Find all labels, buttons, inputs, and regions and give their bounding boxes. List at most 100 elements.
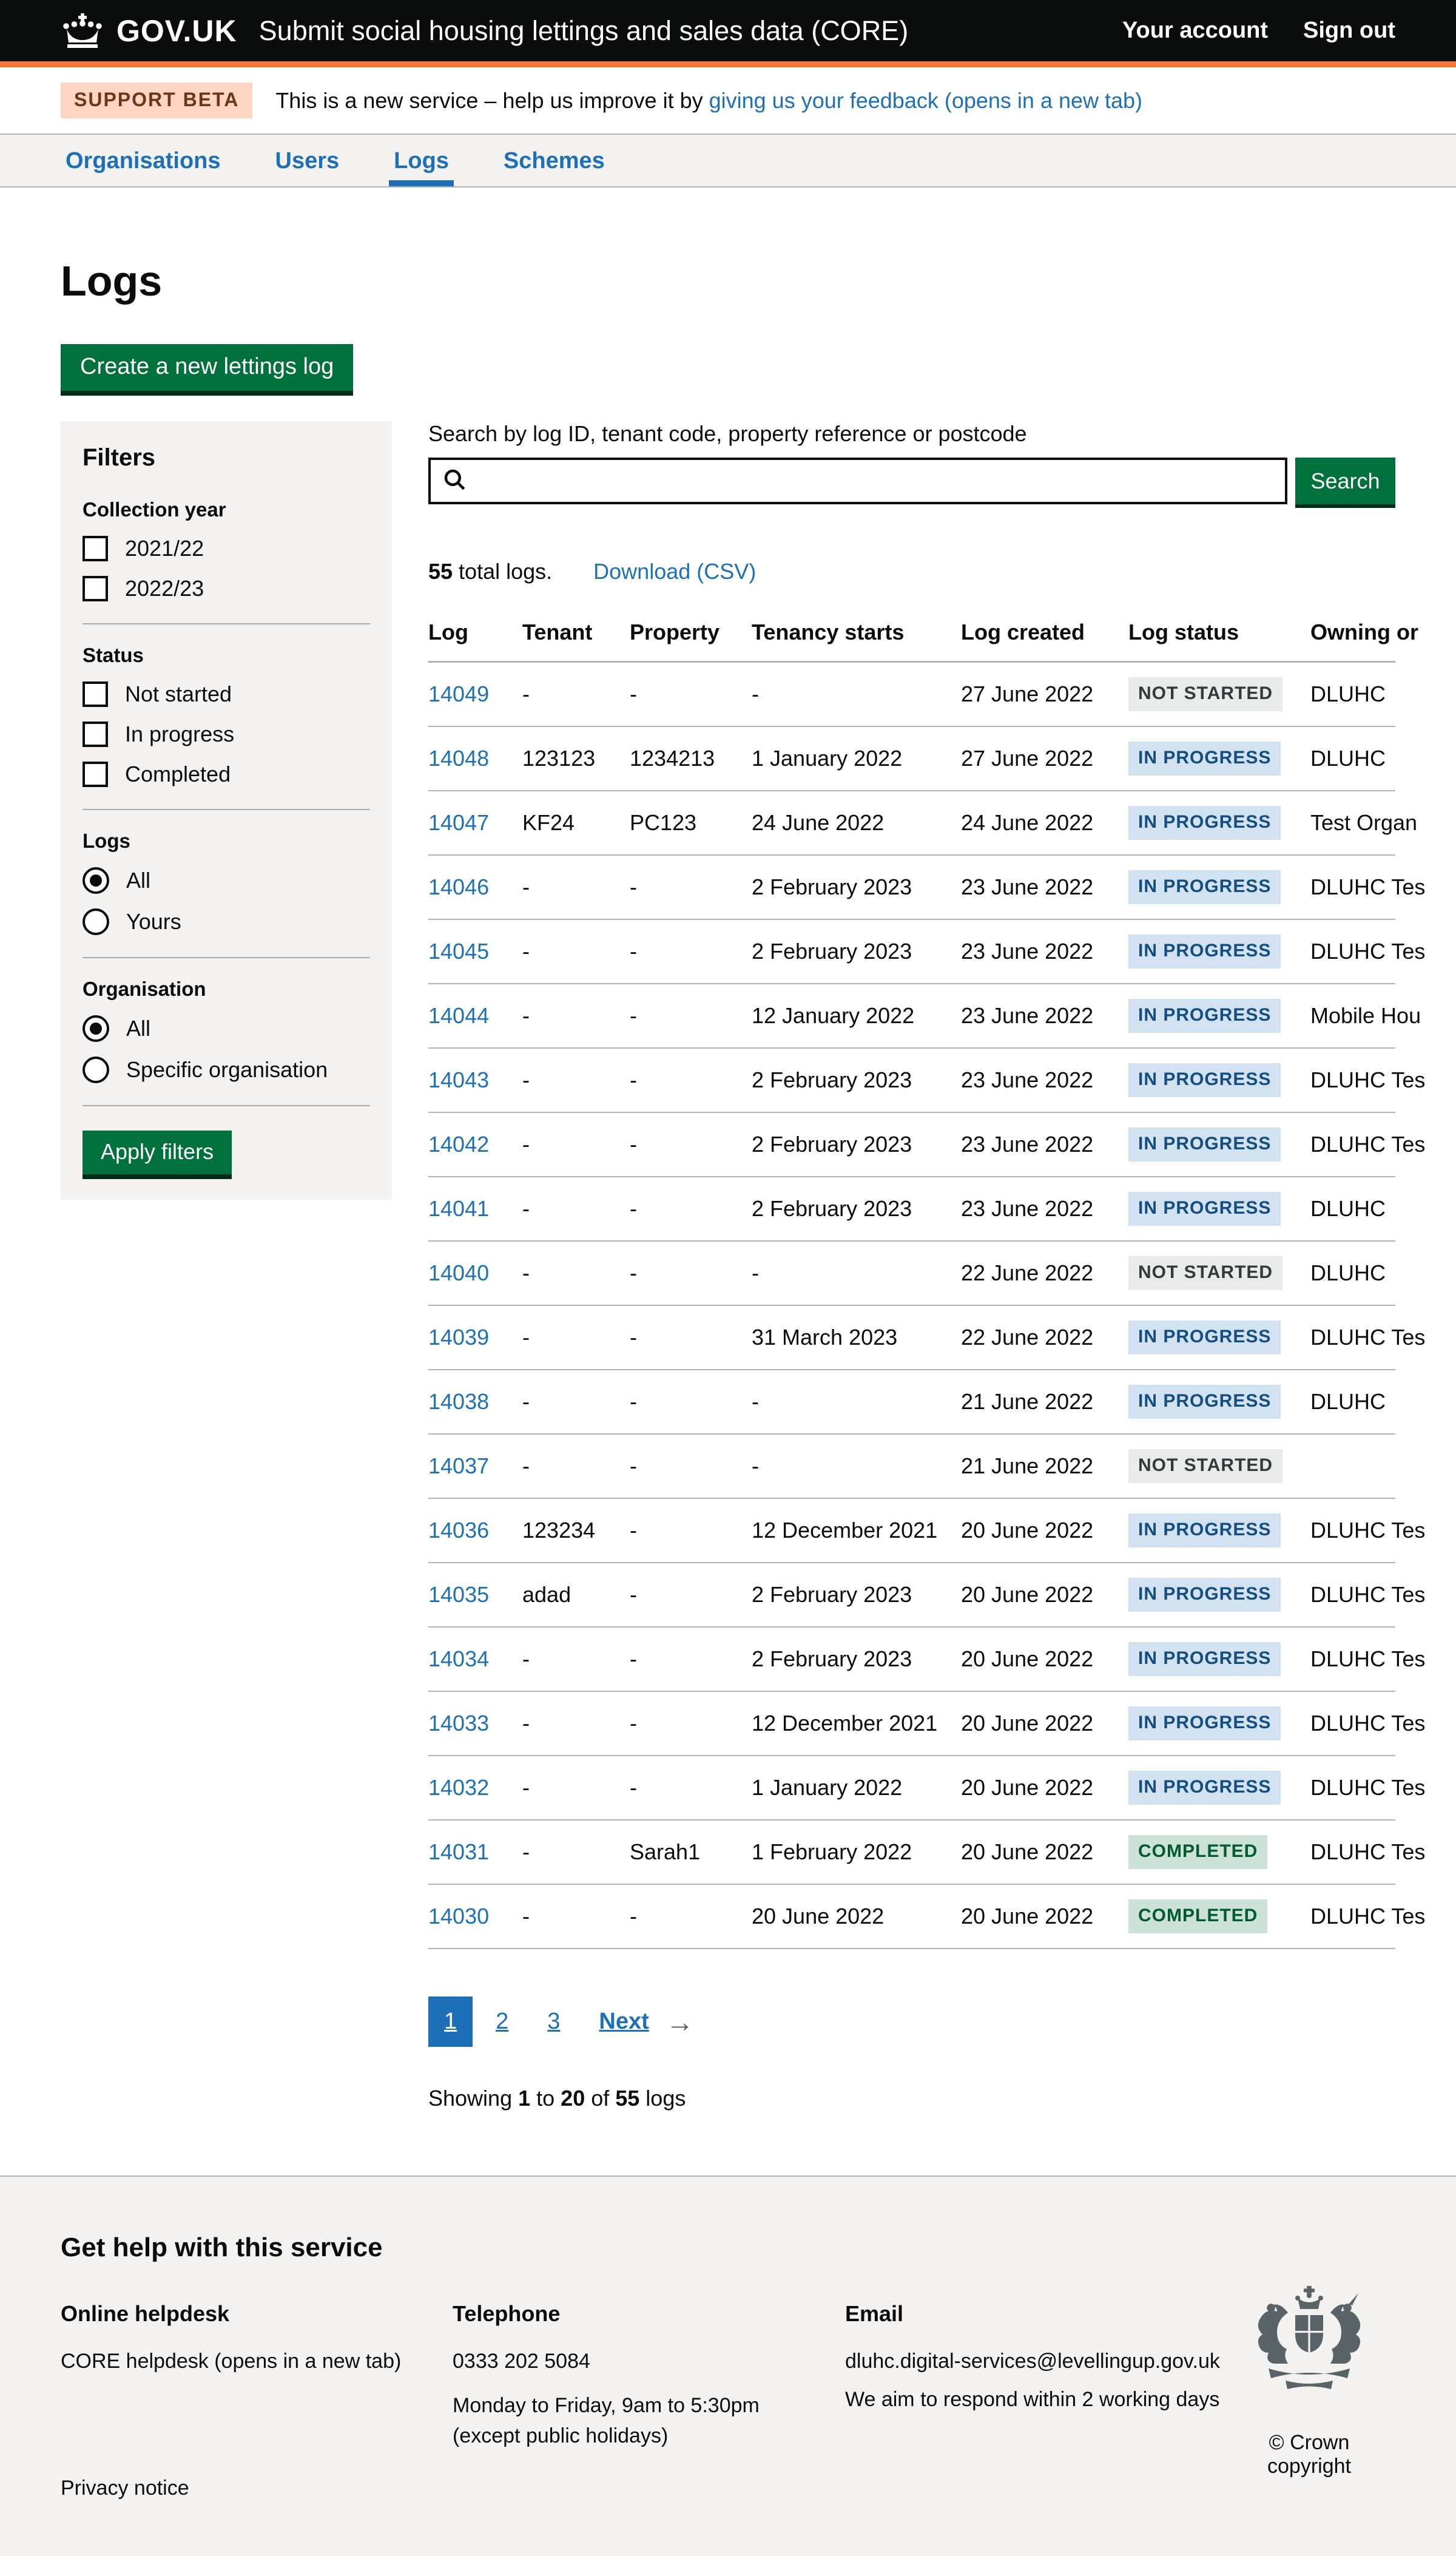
download-csv-link[interactable]: Download (CSV) (593, 559, 756, 584)
pagination-next-arrow-icon[interactable]: → (666, 2006, 694, 2038)
checkbox-box[interactable] (83, 681, 108, 707)
tenant-cell: 123234 (522, 1498, 630, 1563)
search-input[interactable] (476, 468, 1274, 495)
log-id-link[interactable]: 14036 (428, 1518, 489, 1543)
owning-organisation-cell: DLUHC Tes (1310, 1756, 1395, 1820)
radio-button[interactable] (83, 1057, 109, 1083)
govuk-logo-text[interactable]: GOV.UK (116, 13, 237, 49)
radio-button[interactable] (83, 1015, 109, 1042)
checkbox-box[interactable] (83, 722, 108, 747)
beta-tag: SUPPORT BETA (61, 83, 252, 118)
filters-heading: Filters (83, 444, 370, 472)
checkbox-box[interactable] (83, 576, 108, 601)
crown-copyright-link[interactable]: © Crown copyright (1230, 2431, 1388, 2478)
tenancy-starts-cell: 1 February 2022 (752, 1820, 961, 1884)
tenancy-starts-cell: - (752, 1434, 961, 1498)
privacy-notice-link[interactable]: Privacy notice (61, 2477, 189, 2500)
log-created-cell: 23 June 2022 (961, 1177, 1128, 1241)
property-cell: - (630, 662, 752, 727)
checkbox-box[interactable] (83, 536, 108, 561)
log-id-link[interactable]: 14046 (428, 874, 489, 899)
log-id-link[interactable]: 14032 (428, 1775, 489, 1800)
table-row: 14038 - - - 21 June 2022 IN PROGRESS DLU… (428, 1370, 1395, 1434)
log-id-link[interactable]: 14043 (428, 1067, 489, 1092)
search-label: Search by log ID, tenant code, property … (428, 421, 1395, 447)
log-id-link[interactable]: 14044 (428, 1003, 489, 1028)
nav-item-schemes[interactable]: Schemes (499, 135, 610, 186)
property-cell: - (630, 855, 752, 919)
log-id-link[interactable]: 14045 (428, 939, 489, 964)
log-id-link[interactable]: 14038 (428, 1389, 489, 1414)
pagination-next-link[interactable]: Next (599, 2009, 649, 2035)
create-lettings-log-button[interactable]: Create a new lettings log (61, 344, 353, 391)
nav-item-logs[interactable]: Logs (389, 135, 454, 186)
log-created-cell: 20 June 2022 (961, 1498, 1128, 1563)
log-id-link[interactable]: 14048 (428, 746, 489, 771)
log-id-link[interactable]: 14047 (428, 810, 489, 835)
radio-button[interactable] (83, 908, 109, 935)
nav-item-organisations[interactable]: Organisations (61, 135, 226, 186)
log-id-link[interactable]: 14035 (428, 1582, 489, 1607)
status-heading: Status (83, 644, 370, 667)
tenancy-starts-cell: 1 January 2022 (752, 726, 961, 791)
log-id-link[interactable]: 14042 (428, 1132, 489, 1157)
table-row: 14047 KF24 PC123 24 June 2022 24 June 20… (428, 791, 1395, 855)
radio-organisation-all[interactable]: All (83, 1015, 370, 1042)
checkbox-box[interactable] (83, 762, 108, 787)
radio-organisation-specific[interactable]: Specific organisation (83, 1057, 370, 1083)
log-id-link[interactable]: 14041 (428, 1196, 489, 1221)
property-cell: - (630, 1241, 752, 1305)
tenancy-starts-cell: 20 June 2022 (752, 1884, 961, 1949)
pagination-page-3[interactable]: 3 (531, 1996, 576, 2047)
log-id-link[interactable]: 14034 (428, 1646, 489, 1671)
your-account-link[interactable]: Your account (1122, 18, 1268, 44)
log-created-cell: 22 June 2022 (961, 1305, 1128, 1370)
property-cell: - (630, 1370, 752, 1434)
log-id-link[interactable]: 14030 (428, 1904, 489, 1929)
footer-heading: Get help with this service (61, 2233, 1395, 2263)
log-id-link[interactable]: 14031 (428, 1839, 489, 1864)
footer-telephone: Telephone 0333 202 5084 Monday to Friday… (453, 2298, 845, 2460)
pagination-page-2[interactable]: 2 (480, 1996, 524, 2047)
pagination-page-1[interactable]: 1 (428, 1996, 473, 2047)
status-badge: COMPLETED (1128, 1835, 1267, 1869)
tenant-cell: - (522, 855, 630, 919)
table-row: 14045 - - 2 February 2023 23 June 2022 I… (428, 919, 1395, 984)
log-id-link[interactable]: 14049 (428, 681, 489, 706)
property-cell: - (630, 1305, 752, 1370)
checkbox-in-progress[interactable]: In progress (83, 722, 370, 747)
log-id-link[interactable]: 14037 (428, 1453, 489, 1478)
sign-out-link[interactable]: Sign out (1303, 18, 1395, 44)
property-cell: - (630, 919, 752, 984)
radio-label: Yours (126, 909, 181, 935)
log-created-cell: 22 June 2022 (961, 1241, 1128, 1305)
property-cell: - (630, 1627, 752, 1691)
radio-button[interactable] (83, 867, 109, 894)
log-id-link[interactable]: 14040 (428, 1260, 489, 1285)
column-header-log-created: Log created (961, 620, 1128, 662)
tenant-cell: - (522, 919, 630, 984)
apply-filters-button[interactable]: Apply filters (83, 1131, 232, 1174)
log-id-link[interactable]: 14033 (428, 1711, 489, 1736)
owning-organisation-cell: DLUHC Tes (1310, 1627, 1395, 1691)
nav-item-users[interactable]: Users (271, 135, 345, 186)
status-badge: IN PROGRESS (1128, 999, 1281, 1033)
feedback-link[interactable]: giving us your feedback (opens in a new … (709, 88, 1142, 113)
tenancy-starts-cell: 12 December 2021 (752, 1691, 961, 1756)
radio-logs-yours[interactable]: Yours (83, 908, 370, 935)
checkbox-completed[interactable]: Completed (83, 762, 370, 787)
search-button[interactable]: Search (1295, 458, 1395, 504)
telephone-hours: Monday to Friday, 9am to 5:30pm (except … (453, 2391, 845, 2451)
radio-logs-all[interactable]: All (83, 867, 370, 894)
log-id-link[interactable]: 14039 (428, 1325, 489, 1350)
filters-divider (83, 623, 370, 624)
core-helpdesk-link[interactable]: CORE helpdesk (opens in a new tab) (61, 2350, 401, 2373)
service-name[interactable]: Submit social housing lettings and sales… (259, 15, 909, 47)
owning-organisation-cell: DLUHC Tes (1310, 1112, 1395, 1177)
checkbox-not-started[interactable]: Not started (83, 681, 370, 707)
checkbox-label: 2021/22 (125, 536, 204, 561)
checkbox-2021-22[interactable]: 2021/22 (83, 536, 370, 561)
table-row: 14039 - - 31 March 2023 22 June 2022 IN … (428, 1305, 1395, 1370)
checkbox-2022-23[interactable]: 2022/23 (83, 576, 370, 601)
email-link[interactable]: dluhc.digital-services@levellingup.gov.u… (845, 2350, 1220, 2373)
